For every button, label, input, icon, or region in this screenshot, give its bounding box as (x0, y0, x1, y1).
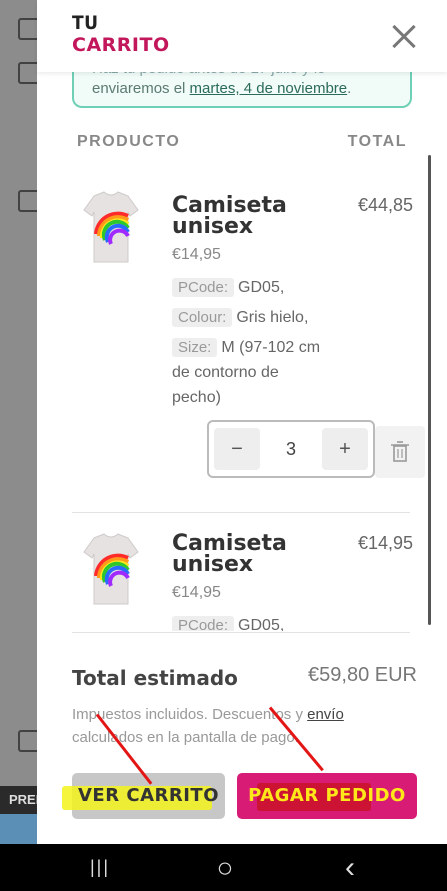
attr-key: PCode: (172, 278, 235, 297)
scrollbar[interactable] (428, 155, 431, 625)
view-cart-label: VER CARRITO (78, 785, 219, 806)
product-attributes: PCode: GD05, (172, 613, 342, 631)
unit-price: €14,95 (172, 584, 221, 601)
product-name-line2[interactable]: unisex (172, 216, 253, 238)
product-name-line2[interactable]: unisex (172, 554, 253, 576)
notice-date: martes, 4 de noviembre (189, 80, 348, 97)
attr-value: GD05, (238, 617, 285, 631)
attr-value: GD05, (238, 279, 285, 296)
estimated-total-label: Total estimado (72, 666, 238, 690)
line-total: €44,85 (357, 195, 413, 215)
attr-key: Colour: (172, 308, 233, 327)
list-bottom-divider (72, 632, 410, 633)
attr-row: Size: M (97-102 cm de contorno de pecho) (172, 335, 332, 410)
checkout-button[interactable]: PAGAR PEDIDO › (237, 773, 417, 857)
promo-banner: PREM (0, 786, 40, 814)
tshirt-rainbow-icon[interactable] (82, 190, 140, 264)
cart-title-line1: TU (72, 12, 99, 34)
notice-line2: enviaremos el martes, 4 de noviembre. (92, 78, 351, 100)
decrease-quantity-button[interactable]: − (214, 428, 260, 470)
background-page: PREM (0, 0, 40, 891)
checkout-label: PAGAR PEDIDO (248, 785, 406, 806)
column-header-total: TOTAL (347, 133, 407, 150)
cart-header: TU CARRITO (37, 0, 447, 72)
item-separator (72, 512, 410, 513)
close-icon[interactable] (389, 22, 419, 52)
attr-row: Colour: Gris hielo, (172, 305, 342, 330)
attr-value: Gris hielo, (236, 309, 309, 326)
line-total: €14,95 (357, 533, 413, 553)
quantity-value[interactable]: 3 (269, 422, 313, 476)
product-attributes: PCode: GD05, Colour: Gris hielo, Size: M (9… (172, 275, 342, 410)
cart-title-line2: CARRITO (72, 34, 170, 56)
home-button[interactable]: ○ (195, 844, 255, 891)
estimated-total-value: €59,80 EUR (308, 664, 417, 686)
attr-key: PCode: (172, 616, 235, 631)
notice-prefix: enviaremos el (92, 80, 190, 97)
bg-strip (0, 814, 40, 844)
trash-icon (391, 441, 409, 462)
taxes-note: Impuestos incluidos. Descuentos y envío … (72, 703, 412, 749)
quantity-stepper: − 3 + (207, 420, 375, 478)
notice-suffix: . (347, 80, 352, 97)
attr-row: PCode: GD05, (172, 613, 342, 631)
remove-item-button[interactable] (375, 426, 425, 478)
tshirt-rainbow-icon[interactable] (82, 532, 140, 606)
back-button[interactable]: ‹ (320, 844, 380, 891)
system-navbar: ||| ○ ‹ (0, 844, 447, 891)
product-name-line1[interactable]: Camiseta (172, 533, 287, 555)
cart-drawer: TU CARRITO Haz tu pedido antes de 17 jul… (37, 0, 447, 857)
shipping-link[interactable]: envío (307, 706, 344, 723)
column-header-product: PRODUCTO (77, 133, 181, 150)
recent-apps-button[interactable]: ||| (70, 844, 130, 891)
attr-row: PCode: GD05, (172, 275, 342, 300)
taxes-suffix: calculados en la pantalla de pago. (72, 729, 299, 746)
unit-price: €14,95 (172, 246, 221, 263)
attr-key: Size: (172, 338, 218, 357)
increase-quantity-button[interactable]: + (322, 428, 368, 470)
product-name-line1[interactable]: Camiseta (172, 195, 287, 217)
